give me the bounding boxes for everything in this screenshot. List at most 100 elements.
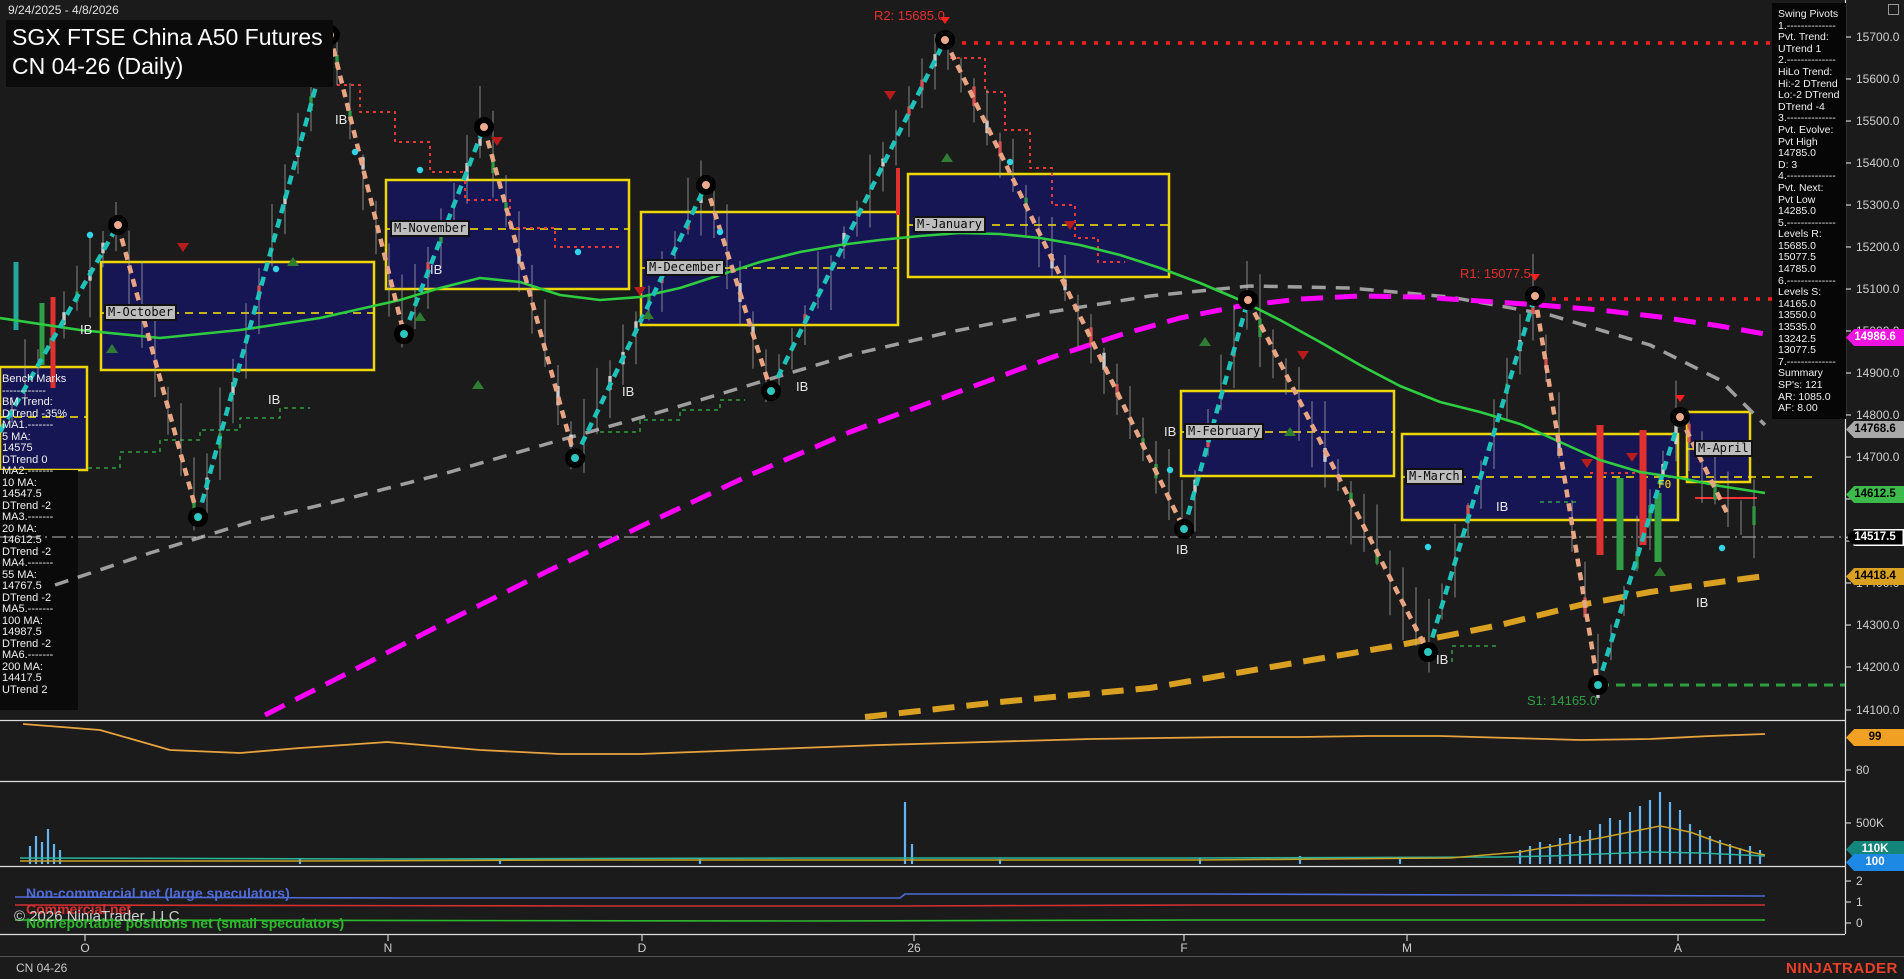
- axis-tick-label: 1: [1856, 895, 1904, 909]
- chart-title: SGX FTSE China A50 Futures CN 04-26 (Dai…: [6, 20, 333, 87]
- ib-marker-label: IB: [268, 392, 280, 407]
- ninjatrader-logo: NINJATRADER: [1786, 960, 1898, 977]
- month-label-chip: M-November: [390, 220, 470, 237]
- price-tag: 14612.5: [1846, 486, 1904, 503]
- swing-high-marker: [699, 178, 713, 192]
- x-axis-label: 26: [899, 941, 929, 955]
- axis-tick-label: 0: [1856, 916, 1904, 930]
- swing-high-marker: [938, 33, 952, 47]
- dot-marker: [1167, 467, 1173, 473]
- dot-marker: [417, 167, 423, 173]
- axis-tick-label: 80: [1856, 763, 1904, 777]
- ma-200-orange-dashed: [865, 576, 1765, 717]
- panel-text-line: MA5.-------: [2, 604, 78, 616]
- axis-tick-label: 15300.0: [1856, 198, 1904, 212]
- dot-marker: [1719, 545, 1725, 551]
- panel-text-line: 14285.0: [1778, 206, 1846, 218]
- panel-text-line: MA2.-------: [2, 466, 78, 478]
- panel-text-line: AF: 8.00: [1778, 403, 1846, 415]
- axis-tick-label: 14700.0: [1856, 450, 1904, 464]
- axis-tick-label: 15500.0: [1856, 114, 1904, 128]
- panel-text-line: 13535.0: [1778, 322, 1846, 334]
- panel-text-line: MA3.-------: [2, 512, 78, 524]
- panel-text-line: 14575: [2, 443, 78, 455]
- x-axis-label: N: [373, 941, 403, 955]
- support-step-line: [600, 400, 745, 432]
- axis-tick-label: 14200.0: [1856, 660, 1904, 674]
- swing-low-marker: [191, 510, 205, 524]
- panel-text-line: 14785.0: [1778, 264, 1846, 276]
- axis-tick-label: 14900.0: [1856, 366, 1904, 380]
- ib-marker-label: IB: [1436, 652, 1448, 667]
- ib-marker-label: IB: [622, 384, 634, 399]
- zigzag-down-leg: [945, 40, 1184, 529]
- up-triangle-marker: [414, 312, 426, 321]
- axis-tick-label: 15200.0: [1856, 240, 1904, 254]
- down-triangle-marker: [884, 91, 896, 100]
- swing-low-marker: [1177, 522, 1191, 536]
- ib-marker-label: IB: [1164, 424, 1176, 439]
- chart-canvas[interactable]: [0, 0, 1904, 979]
- dot-marker: [87, 232, 93, 238]
- price-tag: 14418.4: [1846, 568, 1904, 585]
- month-label-chip: M-January: [913, 216, 986, 233]
- panel-text-line: Bench Marks: [2, 374, 78, 386]
- dot-marker: [717, 229, 723, 235]
- price-tag: 100: [1846, 854, 1904, 871]
- ib-marker-label: IB: [1496, 499, 1508, 514]
- swing-low-marker: [764, 384, 778, 398]
- volume-ma-line: [20, 826, 1765, 861]
- panel-text-line: Lo:-2 DTrend: [1778, 90, 1846, 102]
- panel-text-line: MA1.-------: [2, 420, 78, 432]
- ib-marker-label: IB: [1696, 595, 1708, 610]
- swing-high-marker: [1528, 289, 1542, 303]
- support-step-line: [88, 408, 310, 468]
- up-triangle-marker: [1654, 567, 1666, 576]
- axis-tick-label: 14300.0: [1856, 618, 1904, 632]
- large-candle: [1617, 478, 1624, 570]
- price-tag: 14768.6: [1846, 421, 1904, 438]
- up-triangle-marker: [941, 153, 953, 162]
- dot-marker: [352, 149, 358, 155]
- chart-title-line2: CN 04-26 (Daily): [12, 52, 323, 81]
- r2-level-label: R2: 15685.0: [874, 8, 945, 23]
- x-axis-label: M: [1392, 941, 1422, 955]
- f0-marker-label: F0: [1658, 478, 1671, 491]
- axis-tick-label: 2: [1856, 874, 1904, 888]
- swing-high-marker: [1241, 293, 1255, 307]
- axis-tick-label: 500K: [1856, 816, 1904, 830]
- swing-low-marker: [1421, 645, 1435, 659]
- large-candle: [1597, 425, 1604, 555]
- window-controls-icon[interactable]: [1888, 4, 1899, 15]
- price-bar-body: [1752, 506, 1755, 525]
- large-candle: [40, 303, 45, 365]
- panel-text-line: SP's: 121: [1778, 380, 1846, 392]
- panel-text-line: 14785.0: [1778, 148, 1846, 160]
- swing-high-marker: [111, 218, 125, 232]
- date-range: 9/24/2025 - 4/8/2026: [8, 3, 119, 17]
- large-candle: [896, 168, 900, 215]
- price-tag: 99: [1846, 729, 1904, 746]
- panel-text-line: 14767.5: [2, 581, 78, 593]
- panel-text-line: Pvt. Next:: [1778, 183, 1846, 195]
- dot-marker: [273, 266, 279, 272]
- month-label-chip: M-March: [1405, 468, 1464, 485]
- panel-text-line: MA6.-------: [2, 650, 78, 662]
- ib-marker-label: IB: [1176, 542, 1188, 557]
- s1-level-label: S1: 14165.0: [1527, 693, 1597, 708]
- axis-tick-label: 15100.0: [1856, 282, 1904, 296]
- up-triangle-marker: [1199, 337, 1211, 346]
- pivot-alert-triangle: [1530, 274, 1540, 281]
- bench-marks-panel: Bench Marks------------BM Trend:DTrend -…: [2, 374, 78, 696]
- panel-text-line: UTrend 2: [2, 685, 78, 697]
- panel-text-line: MA4.-------: [2, 558, 78, 570]
- ib-marker-label: IB: [335, 112, 347, 127]
- panel-text-line: Pvt. Evolve:: [1778, 125, 1846, 137]
- up-triangle-marker: [472, 380, 484, 389]
- swing-high-marker: [1673, 410, 1687, 424]
- ib-marker-label: IB: [796, 379, 808, 394]
- axis-tick-label: 15600.0: [1856, 72, 1904, 86]
- swing-pivots-panel: Swing Pivots1.--------------Pvt. Trend:U…: [1772, 3, 1846, 419]
- month-label-chip: M-October: [104, 304, 177, 321]
- cot-commercial-line: [15, 905, 1765, 906]
